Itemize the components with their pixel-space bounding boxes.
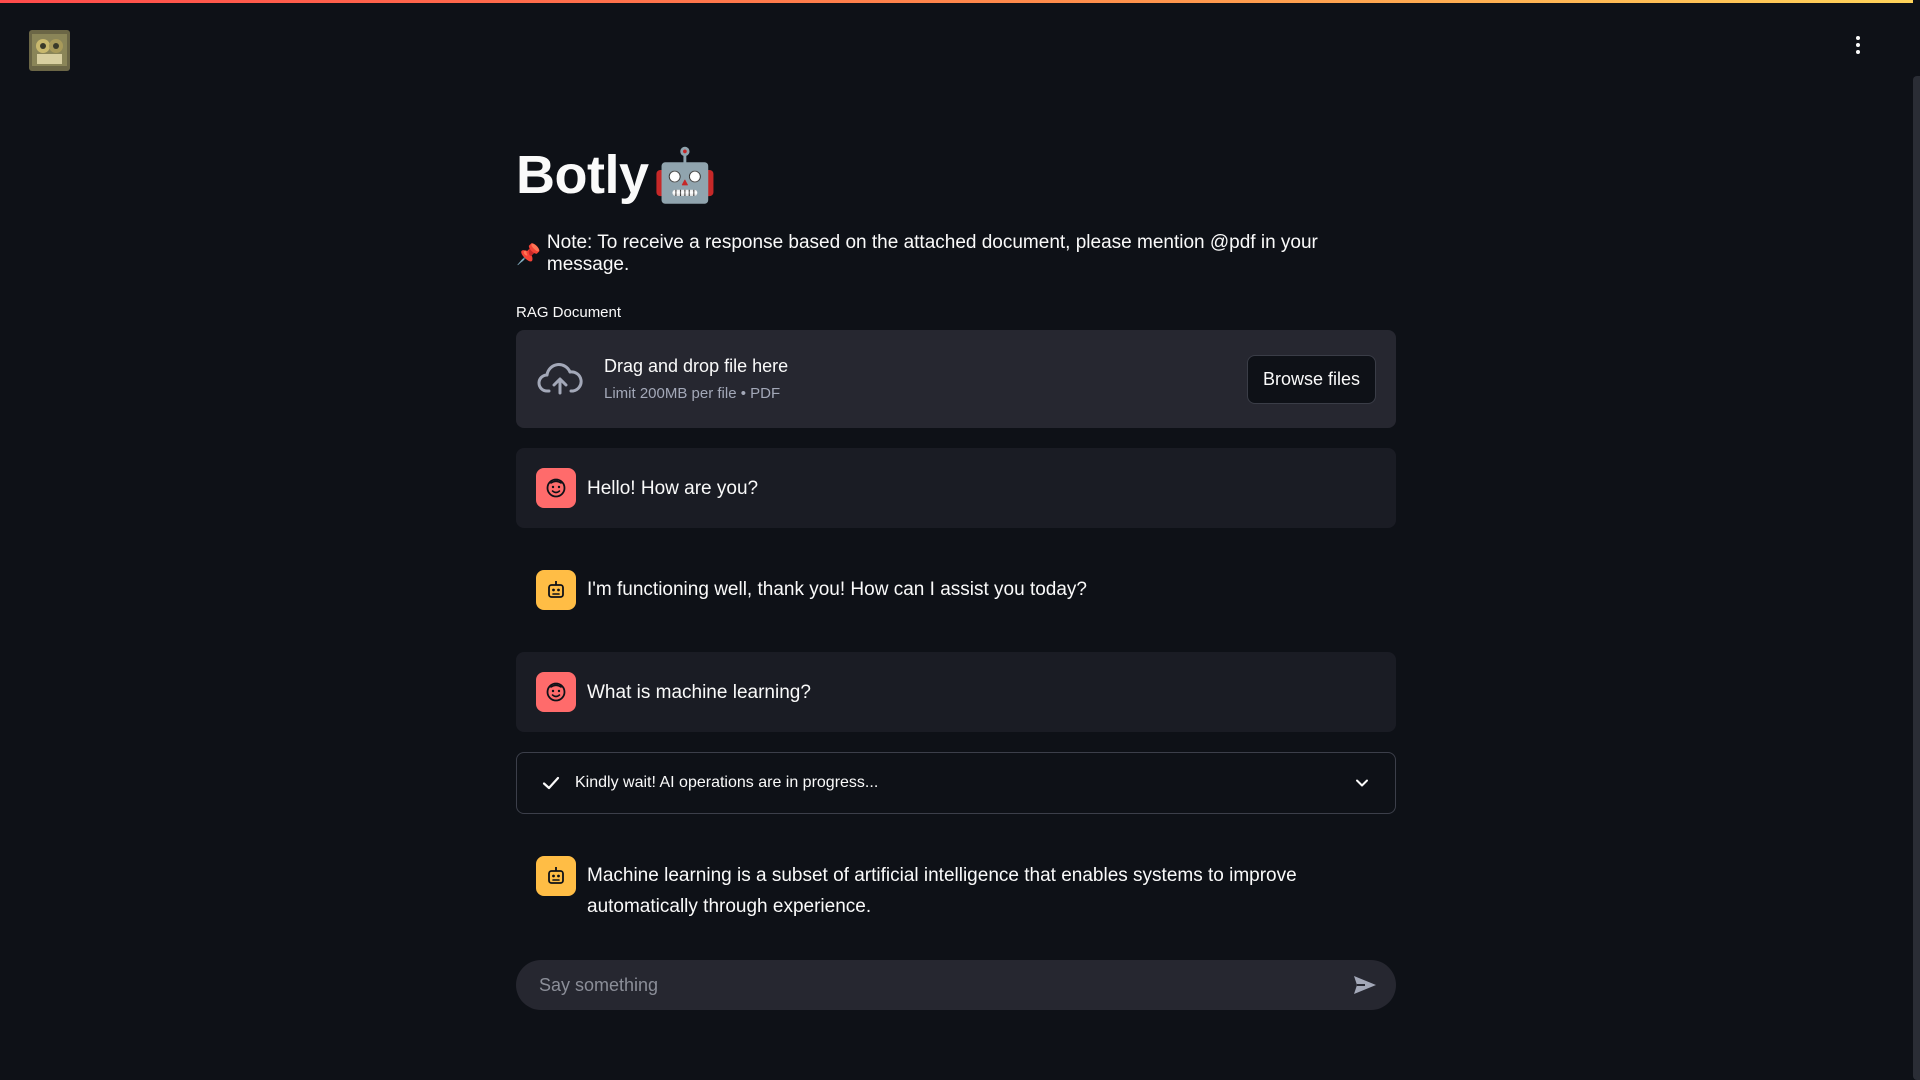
uploader-label: RAG Document bbox=[516, 304, 622, 321]
note-text: Note: To receive a response based on the… bbox=[546, 232, 1318, 275]
kebab-dot bbox=[1856, 36, 1860, 40]
robot-face-icon bbox=[548, 581, 564, 598]
kebab-dot bbox=[1856, 50, 1860, 54]
robot-emoji-icon: 🤖 bbox=[652, 146, 718, 205]
send-arrow-icon bbox=[1354, 976, 1376, 994]
checkmark-icon bbox=[542, 776, 560, 790]
cloud-upload-icon bbox=[537, 363, 583, 395]
status-expander[interactable]: Kindly wait! AI operations are in progre… bbox=[516, 752, 1396, 814]
chat-message-assistant: Machine learning is a subset of artifici… bbox=[516, 834, 1396, 944]
pushpin-icon: 📌 bbox=[516, 243, 541, 266]
assistant-avatar-icon bbox=[536, 856, 576, 896]
message-text: I'm functioning well, thank you! How can… bbox=[587, 579, 1087, 600]
smiley-face-icon bbox=[546, 478, 566, 498]
chat-message-user: What is machine learning? bbox=[516, 652, 1396, 732]
chat-input-bar bbox=[516, 960, 1396, 1010]
app-logo bbox=[29, 30, 70, 71]
chevron-down-icon[interactable] bbox=[1353, 774, 1371, 792]
assistant-avatar-icon bbox=[536, 570, 576, 610]
kebab-dot bbox=[1856, 43, 1860, 47]
status-text: Kindly wait! AI operations are in progre… bbox=[575, 774, 879, 791]
chat-message-assistant: I'm functioning well, thank you! How can… bbox=[516, 548, 1396, 632]
user-avatar-icon bbox=[536, 672, 576, 712]
chat-message-user: Hello! How are you? bbox=[516, 448, 1396, 528]
top-decoration-stripe bbox=[0, 0, 1920, 3]
dropzone-limit: Limit 200MB per file • PDF bbox=[604, 385, 781, 402]
file-dropzone[interactable]: Drag and drop file here Limit 200MB per … bbox=[516, 330, 1396, 428]
logo-image bbox=[29, 30, 70, 71]
main-content: Botly 🤖 📌 Note: To receive a response ba… bbox=[516, 130, 1396, 944]
user-avatar-icon bbox=[536, 468, 576, 508]
page-title: Botly 🤖 bbox=[516, 130, 1396, 220]
pdf-note: 📌 Note: To receive a response based on t… bbox=[516, 232, 1396, 276]
message-text: Hello! How are you? bbox=[587, 477, 759, 499]
message-text: What is machine learning? bbox=[587, 681, 811, 703]
smiley-face-icon bbox=[546, 682, 566, 702]
chat-input[interactable] bbox=[537, 973, 1348, 997]
send-button[interactable] bbox=[1348, 968, 1382, 1002]
scrollbar-track[interactable] bbox=[1913, 0, 1920, 1080]
dropzone-title: Drag and drop file here bbox=[604, 356, 789, 376]
page-title-text: Botly bbox=[516, 145, 649, 205]
browse-files-button[interactable]: Browse files bbox=[1246, 354, 1376, 404]
message-text: Machine learning is a subset of artifici… bbox=[587, 865, 1297, 917]
robot-face-icon bbox=[548, 867, 564, 884]
dropzone-instructions: Drag and drop file here Limit 200MB per … bbox=[604, 356, 1247, 402]
scrollbar-thumb[interactable] bbox=[1913, 76, 1920, 1080]
main-menu-button[interactable] bbox=[1846, 30, 1870, 60]
